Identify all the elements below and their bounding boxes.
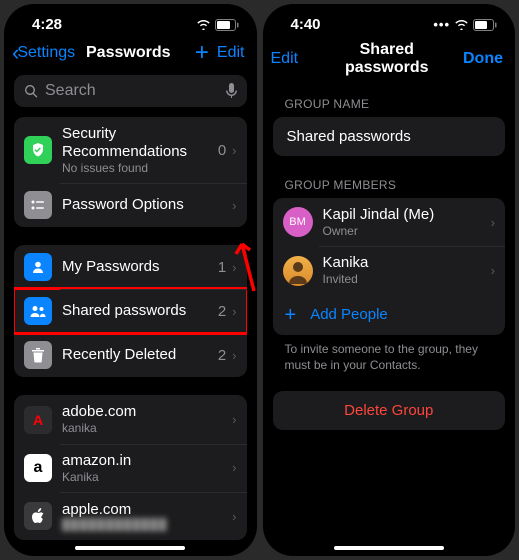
chevron-right-icon: › bbox=[232, 348, 236, 363]
members-footer: To invite someone to the group, they mus… bbox=[273, 335, 506, 373]
battery-icon bbox=[215, 19, 239, 31]
shield-icon bbox=[24, 136, 52, 164]
chevron-right-icon: › bbox=[232, 460, 236, 475]
member-role: Owner bbox=[323, 224, 481, 238]
site-domain: amazon.in bbox=[62, 452, 222, 470]
site-domain: apple.com bbox=[62, 501, 222, 519]
chevron-right-icon: › bbox=[232, 260, 236, 275]
avatar: BM bbox=[283, 207, 313, 237]
amazon-icon: a bbox=[24, 454, 52, 482]
status-indicators: ••• bbox=[433, 17, 497, 32]
member-name: Kapil Jindal (Me) bbox=[323, 206, 481, 224]
count-badge: 2 bbox=[218, 303, 226, 320]
site-user-masked: ████████████ bbox=[62, 519, 222, 532]
edit-button[interactable]: Edit bbox=[271, 50, 299, 68]
member-role: Invited bbox=[323, 272, 481, 286]
home-indicator[interactable] bbox=[75, 546, 185, 550]
search-placeholder: Search bbox=[45, 82, 220, 100]
site-row-amazon[interactable]: a amazon.in Kanika › bbox=[14, 444, 247, 492]
shared-passwords-row[interactable]: Shared passwords 2 › bbox=[14, 289, 247, 333]
wifi-icon bbox=[454, 19, 469, 30]
group-name-value: Shared passwords bbox=[287, 128, 411, 145]
status-bar: 4:40 ••• bbox=[263, 4, 516, 37]
chevron-right-icon: › bbox=[232, 304, 236, 319]
count-badge: 1 bbox=[218, 259, 226, 276]
security-recommendations-row[interactable]: Security Recommendations No issues found… bbox=[14, 117, 247, 183]
status-time: 4:40 bbox=[291, 16, 321, 33]
site-user: kanika bbox=[62, 421, 222, 435]
nav-title: Passwords bbox=[82, 44, 175, 62]
back-label: Settings bbox=[17, 44, 75, 62]
passwords-screen: 4:28 ‹ Settings Passwords + Edit Search bbox=[4, 4, 257, 556]
chevron-right-icon: › bbox=[232, 412, 236, 427]
add-button[interactable]: + bbox=[195, 41, 209, 65]
status-bar: 4:28 bbox=[4, 4, 257, 37]
status-indicators bbox=[196, 19, 239, 31]
shared-group-screen: 4:40 ••• Edit Shared passwords Done GROU… bbox=[263, 4, 516, 556]
group-name-input[interactable]: Shared passwords bbox=[273, 117, 506, 156]
battery-icon bbox=[473, 19, 497, 31]
row-title: My Passwords bbox=[62, 258, 208, 276]
trash-icon bbox=[24, 341, 52, 369]
member-name: Kanika bbox=[323, 254, 481, 272]
chevron-right-icon: › bbox=[491, 215, 495, 230]
person-icon bbox=[24, 253, 52, 281]
chevron-right-icon: › bbox=[232, 509, 236, 524]
options-icon bbox=[24, 191, 52, 219]
site-row-adobe[interactable]: A adobe.com kanika › bbox=[14, 395, 247, 443]
people-icon bbox=[24, 297, 52, 325]
microphone-icon[interactable] bbox=[226, 83, 237, 99]
adobe-icon: A bbox=[24, 406, 52, 434]
count-badge: 0 bbox=[218, 142, 226, 159]
status-time: 4:28 bbox=[32, 16, 62, 33]
chevron-right-icon: › bbox=[232, 143, 236, 158]
row-title: Recently Deleted bbox=[62, 346, 208, 364]
site-user: Kanika bbox=[62, 470, 222, 484]
member-row-invited[interactable]: Kanika Invited › bbox=[273, 246, 506, 294]
member-row-owner[interactable]: BM Kapil Jindal (Me) Owner › bbox=[273, 198, 506, 246]
row-title: Password Options bbox=[62, 196, 222, 214]
plus-icon: + bbox=[285, 305, 297, 325]
add-people-button[interactable]: + Add People bbox=[273, 295, 506, 335]
search-icon bbox=[24, 84, 39, 99]
home-indicator[interactable] bbox=[334, 546, 444, 550]
row-title: Shared passwords bbox=[62, 302, 208, 320]
wifi-icon bbox=[196, 19, 211, 30]
row-title: Security Recommendations bbox=[62, 125, 208, 161]
site-domain: adobe.com bbox=[62, 403, 222, 421]
add-people-label: Add People bbox=[310, 306, 388, 323]
count-badge: 2 bbox=[218, 347, 226, 364]
nav-bar: ‹ Settings Passwords + Edit bbox=[4, 37, 257, 71]
search-input[interactable]: Search bbox=[14, 75, 247, 107]
nav-title: Shared passwords bbox=[341, 41, 434, 77]
delete-group-button[interactable]: Delete Group bbox=[273, 391, 506, 430]
avatar bbox=[283, 256, 313, 286]
nav-bar: Edit Shared passwords Done bbox=[263, 37, 516, 83]
row-subtitle: No issues found bbox=[62, 161, 208, 175]
apple-icon bbox=[24, 502, 52, 530]
edit-button[interactable]: Edit bbox=[217, 44, 245, 62]
my-passwords-row[interactable]: My Passwords 1 › bbox=[14, 245, 247, 289]
back-button[interactable]: ‹ Settings bbox=[12, 42, 75, 64]
site-row-apple[interactable]: apple.com ████████████ › bbox=[14, 492, 247, 540]
done-button[interactable]: Done bbox=[463, 50, 503, 68]
group-name-header: GROUP NAME bbox=[273, 93, 506, 117]
chevron-right-icon: › bbox=[491, 263, 495, 278]
password-options-row[interactable]: Password Options › bbox=[14, 183, 247, 227]
chevron-right-icon: › bbox=[232, 198, 236, 213]
recently-deleted-row[interactable]: Recently Deleted 2 › bbox=[14, 333, 247, 377]
members-header: GROUP MEMBERS bbox=[273, 174, 506, 198]
